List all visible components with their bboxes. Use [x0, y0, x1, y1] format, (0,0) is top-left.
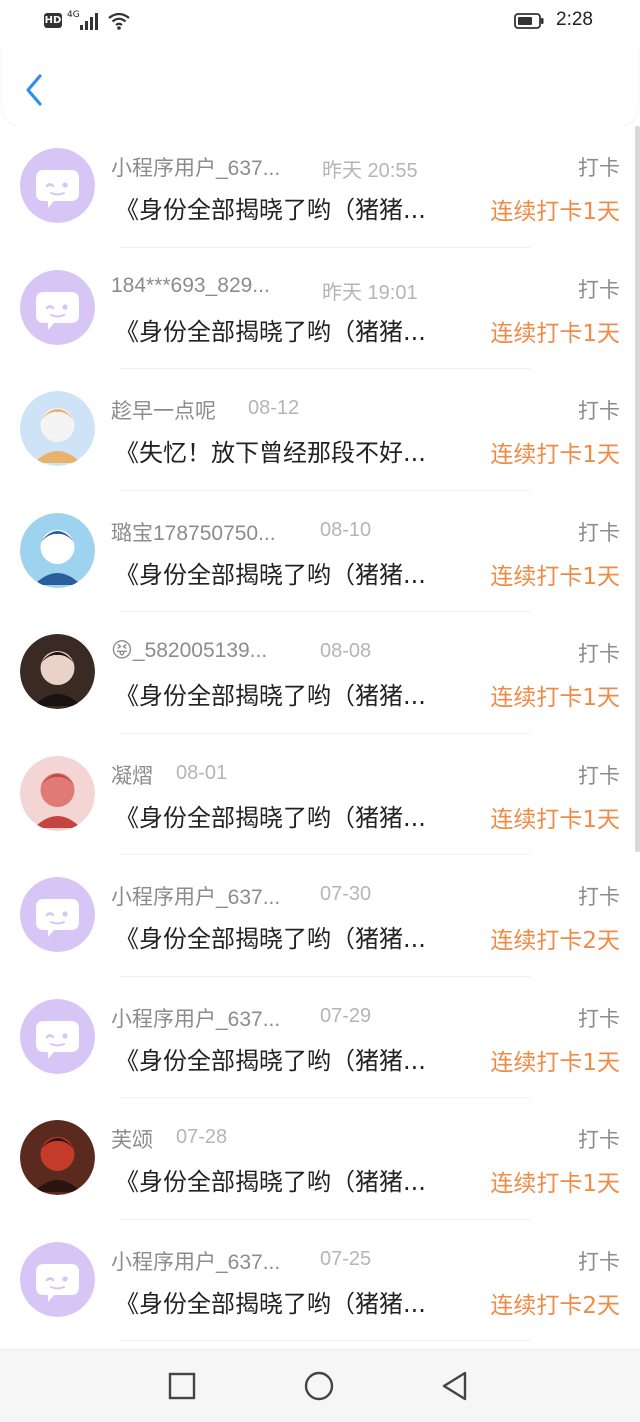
timestamp: 08-12 [248, 397, 300, 419]
checkin-tag: 打卡 [578, 520, 620, 545]
list-item[interactable]: 184***693_829... 昨天 19:01 打卡 《身份全部揭晓了哟（猪… [0, 248, 640, 369]
chevron-left-icon[interactable] [20, 70, 50, 110]
checkin-tag: 打卡 [578, 763, 620, 788]
screen: HD 4G 2:28 小程序用户_637... 昨天 20:55 打卡 《身份全… [0, 0, 640, 1422]
streak-label: 连续打卡1天 [490, 685, 620, 711]
user-avatar[interactable] [20, 755, 95, 831]
checkin-tag: 打卡 [578, 277, 620, 302]
status-time: 2:28 [556, 9, 593, 30]
list-item[interactable]: 凝熠 08-01 打卡 《身份全部揭晓了哟（猪猪... 连续打卡1天 [0, 734, 640, 855]
user-avatar[interactable] [20, 1120, 95, 1195]
entry-title[interactable]: 《身份全部揭晓了哟（猪猪... [115, 919, 463, 954]
list-item[interactable]: 芙颂 07-28 打卡 《身份全部揭晓了哟（猪猪... 连续打卡1天 [0, 1098, 640, 1220]
user-avatar[interactable] [20, 391, 95, 466]
checkin-tag: 打卡 [578, 1006, 620, 1031]
checkin-tag: 打卡 [578, 399, 620, 423]
default-chat-avatar-icon[interactable] [20, 148, 95, 223]
checkin-tag: 打卡 [578, 642, 620, 666]
timestamp: 07-28 [176, 1126, 228, 1148]
timestamp: 昨天 19:01 [322, 281, 418, 304]
streak-label: 连续打卡1天 [490, 442, 620, 468]
scrollbar[interactable] [635, 126, 640, 852]
timestamp: 07-29 [320, 1004, 372, 1027]
checkin-tag: 打卡 [578, 885, 620, 909]
streak-label: 连续打卡1天 [490, 199, 620, 225]
entry-title[interactable]: 《身份全部揭晓了哟（猪猪... [115, 798, 463, 833]
streak-label: 连续打卡1天 [490, 320, 620, 347]
list-item[interactable]: 小程序用户_637... 07-30 打卡 《身份全部揭晓了哟（猪猪... 连续… [0, 855, 640, 977]
default-chat-avatar-icon[interactable] [20, 998, 95, 1074]
default-chat-avatar-icon[interactable] [20, 877, 95, 952]
list-item[interactable]: 小程序用户_637... 07-25 打卡 《身份全部揭晓了哟（猪猪... 连续… [0, 1220, 640, 1341]
status-bar: HD 4G 2:28 [0, 0, 640, 44]
streak-label: 连续打卡1天 [490, 1049, 620, 1076]
user-avatar[interactable] [20, 634, 95, 709]
network-type-label: 4G [67, 10, 80, 20]
header [2, 44, 638, 126]
list-item[interactable]: 小程序用户_637... 07-29 打卡 《身份全部揭晓了哟（猪猪... 连续… [0, 977, 640, 1098]
timestamp: 08-01 [176, 761, 228, 784]
list-item[interactable]: 璐宝178750750... 08-10 打卡 《身份全部揭晓了哟（猪猪... … [0, 491, 640, 612]
username[interactable]: 小程序用户_637... [111, 1003, 303, 1033]
username[interactable]: 小程序用户_637... [111, 152, 303, 182]
streak-label: 连续打卡2天 [490, 928, 620, 954]
entry-title[interactable]: 《身份全部揭晓了哟（猪猪... [115, 555, 463, 590]
entry-title[interactable]: 《身份全部揭晓了哟（猪猪... [115, 1284, 463, 1319]
checkin-list: 小程序用户_637... 昨天 20:55 打卡 《身份全部揭晓了哟（猪猪...… [0, 126, 640, 1350]
recent-apps-icon[interactable] [166, 1370, 198, 1402]
timestamp: 08-08 [320, 640, 372, 662]
username[interactable]: 璐宝178750750... [111, 517, 303, 547]
checkin-tag: 打卡 [578, 1128, 620, 1152]
default-chat-avatar-icon[interactable] [20, 269, 95, 345]
list-item[interactable]: 趁早一点呢 08-12 打卡 《失忆！放下曾经那段不好... 连续打卡1天 [0, 369, 640, 491]
signal-icon [80, 12, 102, 30]
list-item[interactable]: 小程序用户_637... 昨天 20:55 打卡 《身份全部揭晓了哟（猪猪...… [0, 126, 640, 248]
hd-icon: HD [44, 13, 62, 28]
username[interactable]: 184***693_829... [111, 274, 303, 298]
checkin-tag: 打卡 [578, 156, 620, 180]
entry-title[interactable]: 《身份全部揭晓了哟（猪猪... [115, 1041, 463, 1076]
username[interactable]: 😝_582005139... [111, 638, 303, 663]
streak-label: 连续打卡1天 [490, 806, 620, 833]
streak-label: 连续打卡1天 [490, 1171, 620, 1197]
list-item[interactable]: 😝_582005139... 08-08 打卡 《身份全部揭晓了哟（猪猪... … [0, 612, 640, 734]
wifi-icon [108, 12, 130, 30]
home-icon[interactable] [303, 1370, 335, 1402]
user-avatar[interactable] [20, 512, 95, 588]
battery-icon [514, 13, 544, 29]
timestamp: 07-25 [320, 1247, 372, 1270]
back-icon[interactable] [439, 1370, 471, 1402]
entry-title[interactable]: 《身份全部揭晓了哟（猪猪... [115, 312, 463, 347]
entry-title[interactable]: 《失忆！放下曾经那段不好... [115, 433, 463, 468]
entry-title[interactable]: 《身份全部揭晓了哟（猪猪... [115, 1162, 463, 1197]
streak-label: 连续打卡1天 [490, 563, 620, 590]
timestamp: 07-30 [320, 883, 372, 905]
timestamp: 08-10 [320, 518, 372, 541]
system-nav-bar [0, 1349, 640, 1422]
entry-title[interactable]: 《身份全部揭晓了哟（猪猪... [115, 190, 463, 225]
username[interactable]: 小程序用户_637... [111, 1246, 303, 1276]
streak-label: 连续打卡2天 [490, 1292, 620, 1319]
entry-title[interactable]: 《身份全部揭晓了哟（猪猪... [115, 676, 463, 711]
default-chat-avatar-icon[interactable] [20, 1241, 95, 1317]
divider [120, 1340, 530, 1341]
checkin-tag: 打卡 [578, 1249, 620, 1274]
timestamp: 昨天 20:55 [322, 160, 418, 182]
username[interactable]: 小程序用户_637... [111, 881, 303, 911]
